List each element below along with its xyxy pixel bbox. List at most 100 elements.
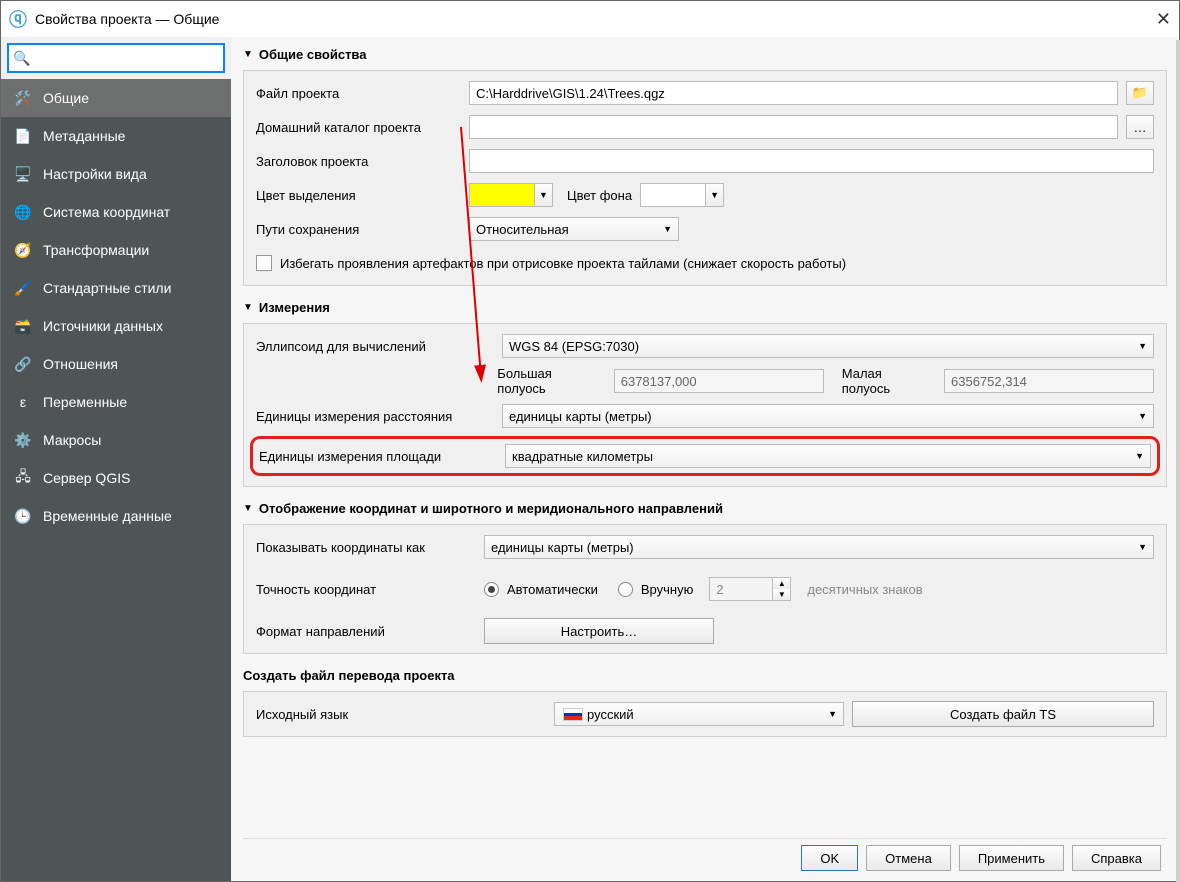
save-paths-combo[interactable]: Относительная ▼ bbox=[469, 217, 679, 241]
precision-suffix: десятичных знаков bbox=[807, 582, 922, 597]
chevron-down-icon: ▼ bbox=[663, 224, 672, 234]
source-lang-combo[interactable]: русский ▼ bbox=[554, 702, 844, 726]
precision-manual-label: Вручную bbox=[641, 582, 693, 597]
search-input-wrap[interactable]: 🔍 bbox=[7, 43, 225, 73]
semi-major-input bbox=[614, 369, 824, 393]
sidebar-item-label: Метаданные bbox=[43, 128, 125, 144]
selection-color-label: Цвет выделения bbox=[256, 188, 461, 203]
selection-color-picker[interactable]: ▼ bbox=[469, 183, 553, 207]
clock-icon: 🕒 bbox=[13, 506, 33, 526]
search-input[interactable] bbox=[34, 50, 223, 67]
semi-major-label: Большая полуось bbox=[497, 366, 601, 396]
app-icon: ⓠ bbox=[9, 6, 27, 32]
area-units-combo[interactable]: квадратные километры ▼ bbox=[505, 444, 1151, 468]
globe-compass-icon: 🧭 bbox=[13, 240, 33, 260]
chevron-down-icon: ▼ bbox=[243, 503, 253, 514]
globe-icon: 🌐 bbox=[13, 202, 33, 222]
cancel-button[interactable]: Отмена bbox=[866, 845, 951, 871]
bearing-configure-button[interactable]: Настроить… bbox=[484, 618, 714, 644]
dialog-footer: OK Отмена Применить Справка bbox=[243, 838, 1167, 881]
sidebar-item-label: Трансформации bbox=[43, 242, 149, 258]
link-icon: 🔗 bbox=[13, 354, 33, 374]
sidebar-item-styles[interactable]: 🖌️ Стандартные стили bbox=[1, 269, 231, 307]
brush-icon: 🖌️ bbox=[13, 278, 33, 298]
content-area: ▼ Общие свойства Файл проекта 📁 Домашний… bbox=[231, 37, 1179, 881]
bearing-format-label: Формат направлений bbox=[256, 624, 476, 639]
avoid-artifacts-checkbox[interactable] bbox=[256, 255, 272, 271]
sidebar-item-qgis-server[interactable]: 🖧 Сервер QGIS bbox=[1, 459, 231, 497]
document-icon: 📄 bbox=[13, 126, 33, 146]
folder-icon: 📁 bbox=[1132, 85, 1148, 101]
ellipsis-icon: … bbox=[1134, 120, 1147, 135]
table-icon: 🗃️ bbox=[13, 316, 33, 336]
precision-auto-radio[interactable] bbox=[484, 582, 499, 597]
show-coords-combo[interactable]: единицы карты (метры) ▼ bbox=[484, 535, 1154, 559]
generate-ts-button[interactable]: Создать файл TS bbox=[852, 701, 1154, 727]
section-title-translation: Создать файл перевода проекта bbox=[243, 668, 1167, 683]
sidebar-item-data-sources[interactable]: 🗃️ Источники данных bbox=[1, 307, 231, 345]
sidebar-item-label: Общие bbox=[43, 90, 89, 106]
monitor-icon: 🖥️ bbox=[13, 164, 33, 184]
sidebar-item-variables[interactable]: ε Переменные bbox=[1, 383, 231, 421]
chevron-down-icon: ▼ bbox=[828, 709, 837, 719]
precision-label: Точность координат bbox=[256, 582, 476, 597]
precision-auto-label: Автоматически bbox=[507, 582, 598, 597]
chevron-down-icon: ▼ bbox=[1135, 451, 1144, 461]
server-icon: 🖧 bbox=[13, 468, 33, 488]
semi-minor-label: Малая полуось bbox=[842, 366, 932, 396]
bg-color-picker[interactable]: ▼ bbox=[640, 183, 724, 207]
chevron-down-icon: ▼ bbox=[534, 184, 552, 206]
sidebar-item-label: Стандартные стили bbox=[43, 280, 171, 296]
sidebar-item-transformations[interactable]: 🧭 Трансформации bbox=[1, 231, 231, 269]
sidebar-item-label: Временные данные bbox=[43, 508, 172, 524]
avoid-artifacts-label: Избегать проявления артефактов при отрис… bbox=[280, 256, 846, 271]
section-title-measurements[interactable]: ▼ Измерения bbox=[243, 300, 1167, 315]
sidebar-item-view-settings[interactable]: 🖥️ Настройки вида bbox=[1, 155, 231, 193]
sidebar-item-label: Система координат bbox=[43, 204, 170, 220]
sidebar-item-relations[interactable]: 🔗 Отношения bbox=[1, 345, 231, 383]
browse-file-button[interactable]: 📁 bbox=[1126, 81, 1154, 105]
bg-color-label: Цвет фона bbox=[567, 188, 632, 203]
sidebar-item-crs[interactable]: 🌐 Система координат bbox=[1, 193, 231, 231]
sidebar-item-label: Макросы bbox=[43, 432, 101, 448]
sidebar: 🔍 🛠️ Общие 📄 Метаданные 🖥️ Настройки вид… bbox=[1, 37, 231, 881]
chevron-down-icon[interactable]: ▼ bbox=[773, 589, 790, 600]
ellipsoid-combo[interactable]: WGS 84 (EPSG:7030) ▼ bbox=[502, 334, 1154, 358]
wrench-icon: 🛠️ bbox=[13, 88, 33, 108]
project-title-label: Заголовок проекта bbox=[256, 154, 461, 169]
sidebar-item-label: Сервер QGIS bbox=[43, 470, 130, 486]
sidebar-item-metadata[interactable]: 📄 Метаданные bbox=[1, 117, 231, 155]
vertical-scrollbar[interactable] bbox=[1176, 40, 1180, 882]
help-button[interactable]: Справка bbox=[1072, 845, 1161, 871]
show-coords-label: Показывать координаты как bbox=[256, 540, 476, 555]
chevron-down-icon: ▼ bbox=[1138, 341, 1147, 351]
chevron-up-icon[interactable]: ▲ bbox=[773, 578, 790, 589]
ok-button[interactable]: OK bbox=[801, 845, 858, 871]
section-title-coords[interactable]: ▼ Отображение координат и широтного и ме… bbox=[243, 501, 1167, 516]
project-title-input[interactable] bbox=[469, 149, 1154, 173]
close-icon[interactable]: ✕ bbox=[1156, 9, 1171, 30]
chevron-down-icon: ▼ bbox=[705, 184, 723, 206]
gear-icon: ⚙️ bbox=[13, 430, 33, 450]
apply-button[interactable]: Применить bbox=[959, 845, 1064, 871]
chevron-down-icon: ▼ bbox=[1138, 411, 1147, 421]
search-icon: 🔍 bbox=[9, 50, 34, 67]
epsilon-icon: ε bbox=[13, 392, 33, 412]
chevron-down-icon: ▼ bbox=[1138, 542, 1147, 552]
distance-units-combo[interactable]: единицы карты (метры) ▼ bbox=[502, 404, 1154, 428]
semi-minor-input bbox=[944, 369, 1154, 393]
browse-home-button[interactable]: … bbox=[1126, 115, 1154, 139]
precision-spinbox[interactable]: 2 ▲▼ bbox=[709, 577, 791, 601]
home-dir-input[interactable] bbox=[469, 115, 1118, 139]
project-properties-window: ⓠ Свойства проекта — Общие ✕ 🔍 🛠️ Общие … bbox=[0, 0, 1180, 882]
sidebar-item-general[interactable]: 🛠️ Общие bbox=[1, 79, 231, 117]
project-file-input[interactable] bbox=[469, 81, 1118, 105]
titlebar: ⓠ Свойства проекта — Общие ✕ bbox=[1, 1, 1179, 37]
section-title-general[interactable]: ▼ Общие свойства bbox=[243, 47, 1167, 62]
sidebar-item-macros[interactable]: ⚙️ Макросы bbox=[1, 421, 231, 459]
sidebar-item-label: Настройки вида bbox=[43, 166, 147, 182]
chevron-down-icon: ▼ bbox=[243, 302, 253, 313]
area-units-label: Единицы измерения площади bbox=[259, 449, 497, 464]
precision-manual-radio[interactable] bbox=[618, 582, 633, 597]
sidebar-item-temporal[interactable]: 🕒 Временные данные bbox=[1, 497, 231, 535]
